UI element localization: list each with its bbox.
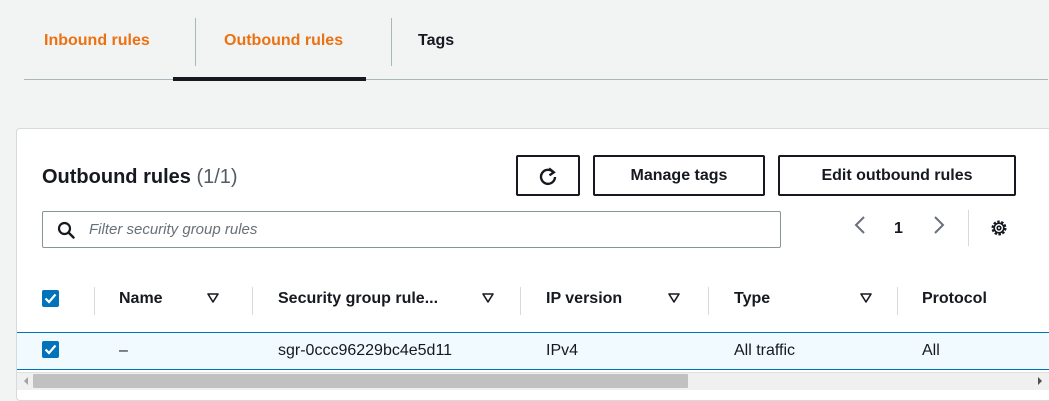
tab-bar	[24, 0, 1048, 80]
next-page-button[interactable]	[932, 214, 946, 242]
tab-outbound-rules[interactable]: Outbound rules	[224, 32, 343, 50]
table-row[interactable]	[17, 332, 1049, 370]
panel-title: Outbound rules (1/1)	[42, 166, 238, 189]
scroll-left-arrow-icon[interactable]	[22, 376, 30, 386]
search-icon	[57, 221, 75, 239]
preferences-button[interactable]	[990, 219, 1008, 242]
sort-icon[interactable]	[860, 292, 872, 304]
scrollbar-thumb[interactable]	[33, 374, 688, 388]
refresh-button[interactable]	[516, 155, 580, 196]
tab-divider	[391, 18, 392, 66]
row-select-checkbox[interactable]	[42, 341, 59, 358]
manage-tags-button[interactable]: Manage tags	[593, 155, 765, 196]
edit-outbound-rules-button[interactable]: Edit outbound rules	[778, 155, 1016, 196]
cell-ip-version: IPv4	[546, 342, 579, 359]
checkmark-icon	[44, 344, 57, 355]
cell-protocol: All	[922, 342, 940, 359]
column-divider	[520, 287, 521, 315]
search-input[interactable]	[89, 212, 769, 247]
sort-icon[interactable]	[207, 292, 219, 304]
tab-inbound-rules[interactable]: Inbound rules	[44, 32, 150, 50]
scroll-right-arrow-icon[interactable]	[1036, 376, 1044, 386]
chevron-right-icon	[934, 216, 945, 234]
sort-icon[interactable]	[668, 292, 680, 304]
column-header-protocol[interactable]: Protocol	[922, 290, 987, 308]
column-divider	[252, 287, 253, 315]
column-header-name[interactable]: Name	[119, 290, 163, 308]
column-header-type[interactable]: Type	[734, 290, 770, 308]
tab-tags[interactable]: Tags	[418, 32, 454, 50]
column-divider	[897, 287, 898, 315]
column-header-security-group-rule[interactable]: Security group rule...	[278, 290, 438, 308]
refresh-icon	[539, 167, 557, 185]
sort-icon[interactable]	[482, 292, 494, 304]
current-page[interactable]: 1	[894, 220, 903, 238]
rule-count: (1/1)	[196, 166, 238, 188]
cell-security-group-rule[interactable]: sgr-0ccc96229bc4e5d11	[278, 342, 452, 360]
column-header-ip-version[interactable]: IP version	[546, 290, 622, 308]
cell-name: –	[119, 342, 128, 359]
previous-page-button[interactable]	[853, 214, 867, 242]
search-box	[42, 211, 781, 248]
pagination-divider	[968, 210, 969, 246]
chevron-left-icon	[854, 216, 865, 234]
select-all-checkbox[interactable]	[42, 290, 59, 307]
tab-divider	[195, 18, 196, 66]
active-tab-indicator	[173, 77, 366, 81]
cell-type: All traffic	[734, 342, 796, 359]
column-divider	[708, 287, 709, 315]
gear-icon	[991, 220, 1007, 236]
checkmark-icon	[44, 293, 57, 304]
column-divider	[94, 287, 95, 315]
panel-title-text: Outbound rules	[42, 166, 191, 188]
